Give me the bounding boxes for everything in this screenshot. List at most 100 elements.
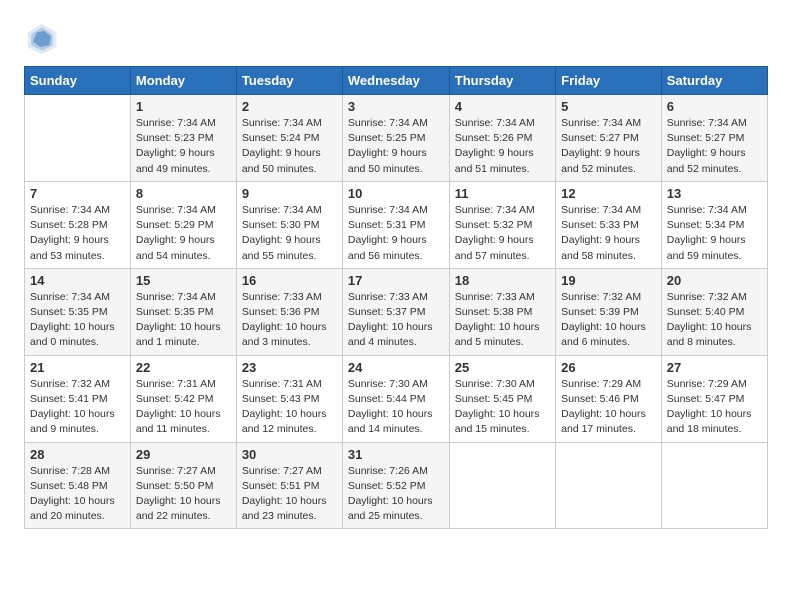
day-info: Sunrise: 7:34 AM Sunset: 5:33 PM Dayligh… (561, 203, 656, 264)
day-info: Sunrise: 7:26 AM Sunset: 5:52 PM Dayligh… (348, 464, 444, 525)
day-info: Sunrise: 7:30 AM Sunset: 5:45 PM Dayligh… (455, 377, 550, 438)
day-number: 8 (136, 186, 231, 201)
day-number: 1 (136, 99, 231, 114)
day-cell: 19Sunrise: 7:32 AM Sunset: 5:39 PM Dayli… (556, 268, 662, 355)
week-row-5: 28 Sunrise: 7:28 AM Sunset: 5:48 PM Dayli… (25, 442, 768, 529)
day-number: 2 (242, 99, 337, 114)
day-number: 16 (242, 273, 337, 288)
day-cell: 1Sunrise: 7:34 AM Sunset: 5:23 PM Daylig… (130, 95, 236, 182)
day-cell: 13 Sunrise: 7:34 AM Sunset: 5:34 PM Dayli… (661, 181, 767, 268)
header-day-tuesday: Tuesday (236, 67, 342, 95)
day-cell: 22Sunrise: 7:31 AM Sunset: 5:42 PM Dayli… (130, 355, 236, 442)
day-number: 3 (348, 99, 444, 114)
day-cell: 4Sunrise: 7:34 AM Sunset: 5:26 PM Daylig… (449, 95, 555, 182)
day-info: Sunrise: 7:27 AM Sunset: 5:50 PM Dayligh… (136, 464, 231, 525)
week-row-1: 1Sunrise: 7:34 AM Sunset: 5:23 PM Daylig… (25, 95, 768, 182)
day-cell: 3 Sunrise: 7:34 AM Sunset: 5:25 PM Daylig… (342, 95, 449, 182)
day-cell: 15 Sunrise: 7:34 AM Sunset: 5:35 PM Dayli… (130, 268, 236, 355)
day-info: Sunrise: 7:34 AM Sunset: 5:34 PM Dayligh… (667, 203, 762, 264)
day-number: 10 (348, 186, 444, 201)
day-number: 29 (136, 447, 231, 462)
logo-icon (24, 20, 60, 56)
day-info: Sunrise: 7:30 AM Sunset: 5:44 PM Dayligh… (348, 377, 444, 438)
day-cell (449, 442, 555, 529)
day-cell: 18 Sunrise: 7:33 AM Sunset: 5:38 PM Dayli… (449, 268, 555, 355)
day-info: Sunrise: 7:34 AM Sunset: 5:27 PM Dayligh… (667, 116, 762, 177)
day-cell: 31 Sunrise: 7:26 AM Sunset: 5:52 PM Dayli… (342, 442, 449, 529)
day-info: Sunrise: 7:34 AM Sunset: 5:27 PM Dayligh… (561, 116, 656, 177)
day-info: Sunrise: 7:31 AM Sunset: 5:43 PM Dayligh… (242, 377, 337, 438)
day-number: 30 (242, 447, 337, 462)
day-number: 18 (455, 273, 550, 288)
day-info: Sunrise: 7:34 AM Sunset: 5:35 PM Dayligh… (136, 290, 231, 351)
day-number: 20 (667, 273, 762, 288)
day-info: Sunrise: 7:34 AM Sunset: 5:28 PM Dayligh… (30, 203, 125, 264)
day-info: Sunrise: 7:34 AM Sunset: 5:25 PM Dayligh… (348, 116, 444, 177)
day-info: Sunrise: 7:29 AM Sunset: 5:47 PM Dayligh… (667, 377, 762, 438)
day-cell: 29 Sunrise: 7:27 AM Sunset: 5:50 PM Dayli… (130, 442, 236, 529)
day-cell: 24Sunrise: 7:30 AM Sunset: 5:44 PM Dayli… (342, 355, 449, 442)
day-info: Sunrise: 7:33 AM Sunset: 5:38 PM Dayligh… (455, 290, 550, 351)
day-cell: 16 Sunrise: 7:33 AM Sunset: 5:36 PM Dayli… (236, 268, 342, 355)
day-cell (556, 442, 662, 529)
day-cell: 28 Sunrise: 7:28 AM Sunset: 5:48 PM Dayli… (25, 442, 131, 529)
header-day-saturday: Saturday (661, 67, 767, 95)
header-day-sunday: Sunday (25, 67, 131, 95)
day-info: Sunrise: 7:31 AM Sunset: 5:42 PM Dayligh… (136, 377, 231, 438)
day-number: 25 (455, 360, 550, 375)
day-cell: 5 Sunrise: 7:34 AM Sunset: 5:27 PM Daylig… (556, 95, 662, 182)
header-row: SundayMondayTuesdayWednesdayThursdayFrid… (25, 67, 768, 95)
day-number: 13 (667, 186, 762, 201)
day-number: 6 (667, 99, 762, 114)
header-day-wednesday: Wednesday (342, 67, 449, 95)
day-number: 14 (30, 273, 125, 288)
day-cell: 8Sunrise: 7:34 AM Sunset: 5:29 PM Daylig… (130, 181, 236, 268)
day-cell: 2 Sunrise: 7:34 AM Sunset: 5:24 PM Daylig… (236, 95, 342, 182)
day-number: 5 (561, 99, 656, 114)
day-info: Sunrise: 7:34 AM Sunset: 5:31 PM Dayligh… (348, 203, 444, 264)
day-cell: 25 Sunrise: 7:30 AM Sunset: 5:45 PM Dayli… (449, 355, 555, 442)
day-number: 21 (30, 360, 125, 375)
week-row-3: 14 Sunrise: 7:34 AM Sunset: 5:35 PM Dayli… (25, 268, 768, 355)
day-info: Sunrise: 7:33 AM Sunset: 5:36 PM Dayligh… (242, 290, 337, 351)
day-cell: 9 Sunrise: 7:34 AM Sunset: 5:30 PM Daylig… (236, 181, 342, 268)
day-cell: 14 Sunrise: 7:34 AM Sunset: 5:35 PM Dayli… (25, 268, 131, 355)
day-info: Sunrise: 7:33 AM Sunset: 5:37 PM Dayligh… (348, 290, 444, 351)
day-cell (661, 442, 767, 529)
day-cell: 30Sunrise: 7:27 AM Sunset: 5:51 PM Dayli… (236, 442, 342, 529)
day-number: 28 (30, 447, 125, 462)
day-cell: 26 Sunrise: 7:29 AM Sunset: 5:46 PM Dayli… (556, 355, 662, 442)
day-cell: 17 Sunrise: 7:33 AM Sunset: 5:37 PM Dayli… (342, 268, 449, 355)
day-cell: 20 Sunrise: 7:32 AM Sunset: 5:40 PM Dayli… (661, 268, 767, 355)
header-day-thursday: Thursday (449, 67, 555, 95)
calendar-table: SundayMondayTuesdayWednesdayThursdayFrid… (24, 66, 768, 529)
header-day-monday: Monday (130, 67, 236, 95)
week-row-2: 7 Sunrise: 7:34 AM Sunset: 5:28 PM Daylig… (25, 181, 768, 268)
day-info: Sunrise: 7:32 AM Sunset: 5:41 PM Dayligh… (30, 377, 125, 438)
header (24, 20, 768, 56)
day-number: 31 (348, 447, 444, 462)
day-number: 12 (561, 186, 656, 201)
day-info: Sunrise: 7:32 AM Sunset: 5:39 PM Dayligh… (561, 290, 656, 351)
day-number: 4 (455, 99, 550, 114)
day-cell: 21 Sunrise: 7:32 AM Sunset: 5:41 PM Dayli… (25, 355, 131, 442)
day-cell: 12 Sunrise: 7:34 AM Sunset: 5:33 PM Dayli… (556, 181, 662, 268)
day-info: Sunrise: 7:32 AM Sunset: 5:40 PM Dayligh… (667, 290, 762, 351)
day-info: Sunrise: 7:34 AM Sunset: 5:30 PM Dayligh… (242, 203, 337, 264)
day-number: 7 (30, 186, 125, 201)
day-info: Sunrise: 7:29 AM Sunset: 5:46 PM Dayligh… (561, 377, 656, 438)
day-cell: 11Sunrise: 7:34 AM Sunset: 5:32 PM Dayli… (449, 181, 555, 268)
day-number: 26 (561, 360, 656, 375)
day-info: Sunrise: 7:28 AM Sunset: 5:48 PM Dayligh… (30, 464, 125, 525)
calendar-body: 1Sunrise: 7:34 AM Sunset: 5:23 PM Daylig… (25, 95, 768, 529)
day-number: 9 (242, 186, 337, 201)
day-info: Sunrise: 7:34 AM Sunset: 5:35 PM Dayligh… (30, 290, 125, 351)
week-row-4: 21 Sunrise: 7:32 AM Sunset: 5:41 PM Dayli… (25, 355, 768, 442)
logo (24, 20, 66, 56)
day-number: 17 (348, 273, 444, 288)
day-cell: 10 Sunrise: 7:34 AM Sunset: 5:31 PM Dayli… (342, 181, 449, 268)
day-cell: 23 Sunrise: 7:31 AM Sunset: 5:43 PM Dayli… (236, 355, 342, 442)
day-number: 15 (136, 273, 231, 288)
day-info: Sunrise: 7:34 AM Sunset: 5:24 PM Dayligh… (242, 116, 337, 177)
day-number: 23 (242, 360, 337, 375)
